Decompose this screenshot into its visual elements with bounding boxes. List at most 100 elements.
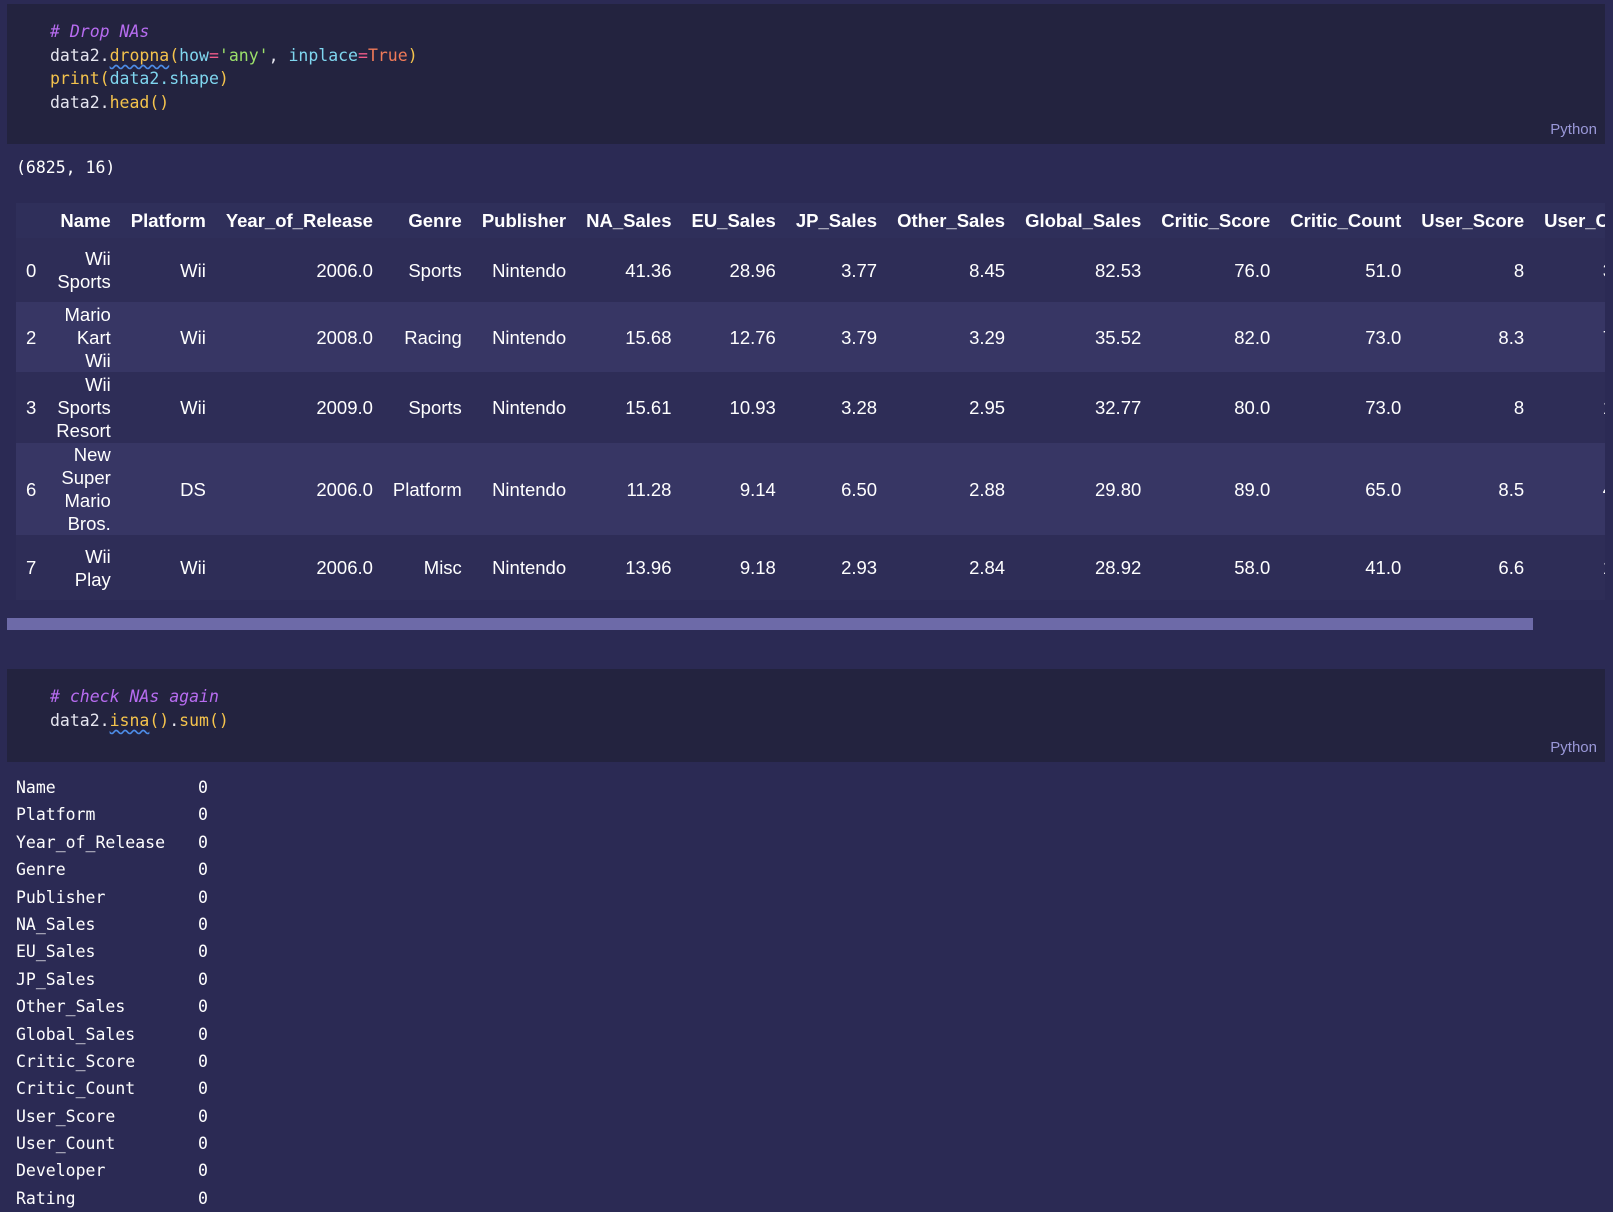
- series-key: Genre: [16, 860, 66, 880]
- table-cell: 82.53: [1094, 259, 1142, 281]
- series-value: 0: [198, 997, 208, 1017]
- series-value: 0: [198, 1079, 208, 1099]
- column-header: Genre: [408, 210, 462, 231]
- code-cell-check-nas[interactable]: # check NAs again data2.isna().sum() Pyt…: [7, 669, 1605, 762]
- table-cell: Sports: [408, 259, 462, 281]
- series-value: 0: [198, 942, 208, 962]
- table-cell: 322.0: [1534, 238, 1605, 302]
- column-header: EU_Sales: [691, 210, 776, 231]
- table-cell: 32.77: [1094, 397, 1142, 418]
- table-cell: 65.0: [1365, 478, 1402, 500]
- table-cell: 8: [1513, 397, 1525, 418]
- series-value: 0: [198, 1134, 208, 1154]
- table-cell: Wii: [180, 557, 206, 578]
- table-cell: 2006.0: [316, 259, 373, 281]
- table-cell: 2008.0: [316, 326, 373, 348]
- table-cell: 8.3: [1498, 326, 1525, 348]
- table-cell: 28.92: [1094, 557, 1142, 578]
- table-cell: Nintendo: [492, 478, 567, 500]
- table-cell: 129.0: [1534, 535, 1605, 600]
- table-cell: 35.52: [1094, 326, 1142, 348]
- series-key: User_Score: [16, 1106, 116, 1126]
- series-value: 0: [198, 832, 208, 852]
- table-cell: 15.68: [625, 326, 672, 348]
- series-value: 0: [198, 1051, 208, 1071]
- table-cell: Nintendo: [492, 557, 567, 578]
- series-key: JP_Sales: [16, 969, 96, 989]
- column-header: Critic_Score: [1161, 210, 1271, 231]
- horizontal-scrollbar[interactable]: [7, 618, 1533, 630]
- table-cell: 80.0: [1234, 397, 1271, 418]
- table-cell: Nintendo: [492, 259, 567, 281]
- column-header: User_Score: [1421, 210, 1525, 231]
- series-key: Critic_Score: [16, 1051, 136, 1071]
- table-cell: 9.18: [739, 557, 776, 578]
- series-key: Platform: [16, 805, 96, 825]
- table-cell: 2.93: [841, 557, 878, 578]
- series-value: 0: [198, 805, 208, 825]
- column-header: User_Count: [1544, 210, 1605, 231]
- table-cell: 76.0: [1234, 259, 1271, 281]
- shape-output: (6825, 16): [16, 158, 116, 177]
- series-key: Developer: [16, 1161, 106, 1181]
- series-value: 0: [198, 1161, 208, 1181]
- table-cell: 73.0: [1365, 397, 1402, 418]
- column-header: Year_of_Release: [225, 210, 373, 231]
- table-cell: 73.0: [1365, 326, 1402, 348]
- table-row: 6 New Super Mario Bros. DS 2006.0 Platform Ni…: [16, 443, 1605, 535]
- table-cell: Sports: [408, 397, 462, 418]
- code-line-isna: data2.isna().sum(): [50, 710, 229, 730]
- dropna-call: dropna: [109, 45, 170, 65]
- isna-call: isna: [109, 710, 150, 730]
- table-cell: Wii: [180, 397, 206, 418]
- table-cell: 8.5: [1498, 478, 1525, 500]
- table-cell: 8: [1513, 259, 1525, 281]
- table-cell: DS: [180, 478, 206, 500]
- table-cell: 10.93: [729, 397, 776, 418]
- dataframe-output[interactable]: Name Platform Year_of_Release Genre Publishe…: [16, 203, 1605, 600]
- series-value: 0: [198, 887, 208, 907]
- table-cell: Racing: [404, 326, 462, 348]
- table-cell: 6.50: [841, 478, 878, 500]
- table-cell: Nintendo: [492, 326, 567, 348]
- code-editor[interactable]: # check NAs again data2.isna().sum(): [50, 685, 229, 732]
- table-cell: 12.76: [729, 326, 776, 348]
- table-cell: 3.77: [841, 259, 878, 281]
- language-label[interactable]: Python: [1550, 739, 1597, 756]
- series-key: EU_Sales: [16, 942, 96, 962]
- code-editor[interactable]: # Drop NAs data2.dropna(how='any', inpla…: [50, 20, 418, 115]
- table-cell: Wii Sports: [57, 248, 111, 292]
- column-header: Platform: [130, 210, 206, 231]
- code-comment: # Drop NAs: [50, 22, 150, 41]
- table-cell: Misc: [423, 557, 462, 578]
- table-cell: New Super Mario Bros.: [61, 444, 111, 534]
- table-cell: 6.6: [1498, 557, 1525, 578]
- table-cell: Platform: [392, 478, 462, 500]
- table-row: 7 Wii Play Wii 2006.0 Misc Nintendo 13.96 9.18 2…: [16, 535, 1605, 600]
- column-header: JP_Sales: [795, 210, 878, 231]
- table-cell: Wii Sports Resort: [56, 374, 111, 441]
- table-cell: 8.45: [969, 259, 1006, 281]
- column-header: Global_Sales: [1025, 210, 1142, 231]
- series-key: NA_Sales: [16, 914, 96, 934]
- table-cell: 192.0: [1534, 372, 1605, 443]
- column-header: Critic_Count: [1290, 210, 1402, 231]
- series-key: Other_Sales: [16, 997, 126, 1017]
- table-cell: 2009.0: [316, 397, 373, 418]
- series-key: Publisher: [16, 887, 106, 907]
- row-index: 0: [26, 259, 37, 281]
- series-value: 0: [198, 778, 208, 797]
- language-label[interactable]: Python: [1550, 121, 1597, 138]
- series-key: User_Count: [16, 1134, 116, 1154]
- table-cell: 82.0: [1234, 326, 1271, 348]
- row-index: 7: [26, 557, 37, 578]
- series-value: 0: [198, 914, 208, 934]
- table-cell: 2006.0: [316, 478, 373, 500]
- column-header: NA_Sales: [586, 210, 672, 231]
- table-cell: Wii: [180, 326, 206, 348]
- code-cell-drop-nas[interactable]: # Drop NAs data2.dropna(how='any', inpla…: [7, 4, 1605, 144]
- table-cell: 709.0: [1534, 302, 1605, 372]
- table-row: 0 Wii Sports Wii 2006.0 Sports Nintendo 41.36 2…: [16, 238, 1605, 302]
- table-cell: 3.29: [969, 326, 1006, 348]
- series-key: Name: [16, 778, 56, 797]
